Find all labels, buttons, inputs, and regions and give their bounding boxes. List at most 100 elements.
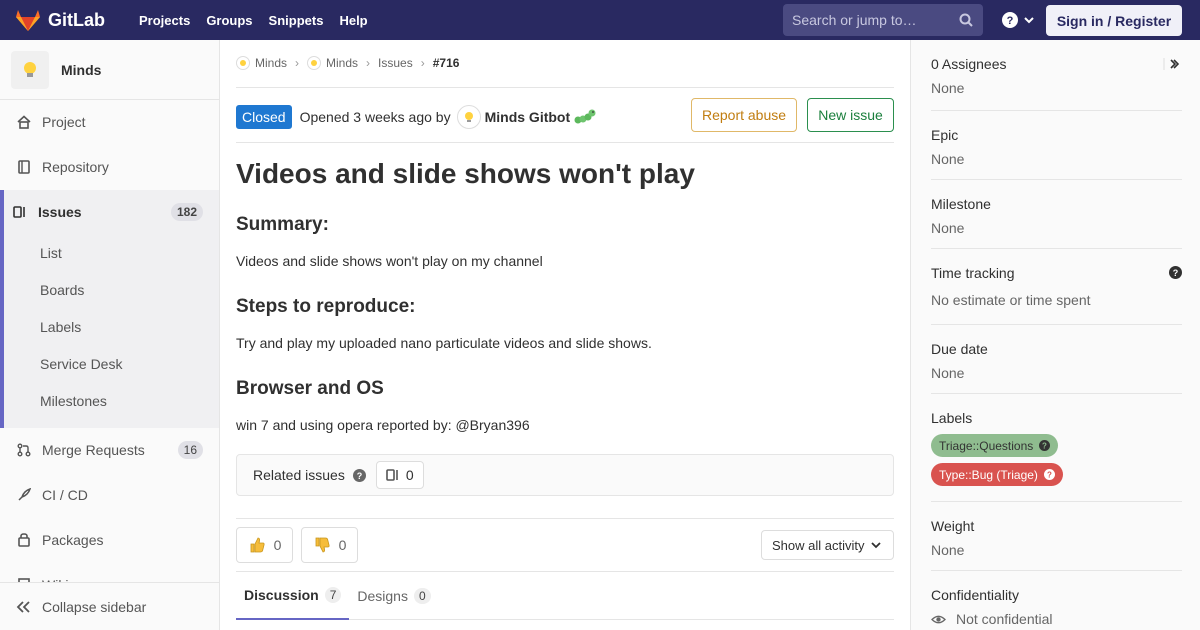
due-date-value: None bbox=[931, 365, 965, 381]
svg-text:?: ? bbox=[1042, 442, 1047, 451]
due-date-block: Due date None bbox=[931, 341, 1182, 381]
time-tracking-title: Time tracking bbox=[931, 265, 1015, 281]
assignees-value: None bbox=[931, 80, 965, 96]
sidebar-label-project: Project bbox=[42, 114, 86, 130]
assignees-title: 0 Assignees bbox=[931, 56, 1007, 72]
sidebar-item-project[interactable]: Project bbox=[0, 100, 219, 144]
question-circle-icon[interactable]: ? bbox=[352, 468, 366, 482]
status-badge: Closed bbox=[236, 105, 292, 129]
sign-in-button[interactable]: Sign in / Register bbox=[1046, 5, 1182, 36]
collapse-right-sidebar-icon[interactable] bbox=[1163, 58, 1179, 70]
related-issues-count[interactable]: 0 bbox=[375, 461, 424, 489]
tab-designs-label: Designs bbox=[357, 588, 408, 604]
sidebar-item-repository[interactable]: Repository bbox=[0, 145, 219, 189]
project-avatar-small bbox=[307, 56, 322, 70]
tab-designs-count: 0 bbox=[413, 588, 431, 604]
thumbs-down-count: 0 bbox=[338, 537, 347, 553]
label-text: Type::Bug (Triage) bbox=[939, 467, 1038, 482]
search-input[interactable]: Search or jump to… bbox=[783, 4, 983, 36]
due-date-title: Due date bbox=[931, 341, 988, 357]
issue-main: Minds › Minds › Issues › #716 Closed Ope… bbox=[236, 40, 894, 630]
sidebar-label-issues: Issues bbox=[38, 204, 82, 220]
chevron-down-icon bbox=[1024, 17, 1034, 24]
breadcrumb-group[interactable]: Minds bbox=[236, 56, 287, 70]
search-placeholder: Search or jump to… bbox=[792, 12, 917, 28]
top-navbar: GitLab Projects Groups Snippets Help Sea… bbox=[0, 0, 1200, 40]
author-avatar[interactable] bbox=[456, 105, 481, 129]
thumbs-down-award[interactable]: 0 bbox=[301, 527, 358, 563]
weight-block: Weight None bbox=[931, 518, 1182, 558]
sidebar-item-cicd[interactable]: CI / CD bbox=[0, 473, 219, 517]
section-heading-steps: Steps to reproduce: bbox=[236, 296, 416, 317]
section-body-summary: Videos and slide shows won't play on my … bbox=[236, 253, 543, 269]
lightbulb-icon bbox=[24, 61, 36, 77]
nav-groups[interactable]: Groups bbox=[198, 13, 260, 28]
sidebar-item-packages[interactable]: Packages bbox=[0, 518, 219, 562]
divider bbox=[931, 110, 1182, 111]
tab-discussion[interactable]: Discussion 7 bbox=[236, 572, 350, 620]
epic-value: None bbox=[931, 151, 965, 167]
label-text: Triage::Questions bbox=[939, 438, 1034, 453]
milestone-value: None bbox=[931, 220, 965, 236]
labels-title: Labels bbox=[931, 410, 973, 426]
tab-designs[interactable]: Designs 0 bbox=[349, 572, 438, 620]
svg-text:?: ? bbox=[1173, 268, 1179, 278]
thumbs-down-icon bbox=[315, 537, 330, 553]
breadcrumb-issues[interactable]: Issues bbox=[378, 56, 413, 70]
caterpillar-icon bbox=[574, 109, 596, 124]
author-link[interactable]: Minds Gitbot bbox=[485, 109, 571, 125]
issues-icon bbox=[386, 469, 398, 481]
opened-text: Opened 3 weeks ago by bbox=[299, 109, 451, 125]
search-icon bbox=[959, 13, 973, 27]
assignees-block: 0 Assignees None bbox=[931, 56, 1182, 96]
divider bbox=[931, 570, 1182, 571]
home-icon bbox=[16, 115, 32, 129]
sidebar-sub-boards[interactable]: Boards bbox=[40, 282, 84, 298]
sidebar-item-merge-requests[interactable]: Merge Requests 16 bbox=[0, 428, 219, 472]
nav-help[interactable]: Help bbox=[331, 13, 375, 28]
section-body-browser: win 7 and using opera reported by: @Brya… bbox=[236, 417, 530, 433]
tab-discussion-label: Discussion bbox=[244, 587, 319, 603]
breadcrumb-project[interactable]: Minds bbox=[307, 56, 358, 70]
epic-block: Epic None bbox=[931, 127, 1182, 167]
activity-filter-dropdown[interactable]: Show all activity bbox=[761, 530, 894, 560]
related-issues-box: Related issues ? 0 bbox=[236, 454, 894, 496]
issues-count-badge: 182 bbox=[170, 203, 203, 221]
section-heading-browser: Browser and OS bbox=[236, 378, 384, 399]
help-dropdown[interactable]: ? bbox=[1002, 12, 1034, 28]
collapse-sidebar-button[interactable]: Collapse sidebar bbox=[0, 582, 219, 630]
divider bbox=[931, 248, 1182, 249]
nav-projects[interactable]: Projects bbox=[131, 13, 198, 28]
new-issue-button[interactable]: New issue bbox=[807, 98, 894, 132]
issue-status-row: Closed Opened 3 weeks ago by Minds Gitbo… bbox=[236, 98, 894, 132]
sidebar-sub-service-desk[interactable]: Service Desk bbox=[40, 356, 122, 372]
sidebar-label-cicd: CI / CD bbox=[42, 487, 88, 503]
activity-filter-label: Show all activity bbox=[772, 537, 865, 553]
section-body-steps: Try and play my uploaded nano particulat… bbox=[236, 335, 652, 351]
weight-value: None bbox=[931, 542, 965, 558]
label-triage-questions[interactable]: Triage::Questions ? bbox=[931, 434, 1059, 457]
gitlab-logo-link[interactable]: GitLab bbox=[16, 9, 105, 31]
project-header[interactable]: Minds bbox=[0, 40, 219, 100]
report-abuse-button[interactable]: Report abuse bbox=[691, 98, 797, 132]
divider bbox=[931, 324, 1182, 325]
double-chevron-left-icon bbox=[16, 600, 32, 613]
nav-snippets[interactable]: Snippets bbox=[261, 13, 332, 28]
label-type-bug[interactable]: Type::Bug (Triage) ? bbox=[931, 463, 1063, 486]
question-circle-icon: ? bbox=[1043, 469, 1055, 480]
divider bbox=[931, 393, 1182, 394]
thumbs-up-award[interactable]: 0 bbox=[236, 527, 293, 563]
epic-title: Epic bbox=[931, 127, 959, 143]
sidebar-item-issues[interactable]: Issues 182 bbox=[0, 190, 219, 234]
issue-title: Videos and slide shows won't play bbox=[236, 158, 695, 189]
sidebar-sub-labels[interactable]: Labels bbox=[40, 319, 81, 335]
question-circle-icon: ? bbox=[1039, 440, 1051, 451]
breadcrumb-issue-id[interactable]: #716 bbox=[433, 56, 460, 70]
sidebar-sub-milestones[interactable]: Milestones bbox=[40, 393, 107, 409]
breadcrumb: Minds › Minds › Issues › #716 bbox=[236, 56, 459, 70]
merge-requests-count-badge: 16 bbox=[177, 441, 203, 459]
gitlab-logo-icon bbox=[16, 10, 40, 31]
project-name: Minds bbox=[61, 61, 102, 78]
question-circle-icon[interactable]: ? bbox=[1169, 266, 1182, 279]
sidebar-sub-list[interactable]: List bbox=[40, 245, 62, 261]
